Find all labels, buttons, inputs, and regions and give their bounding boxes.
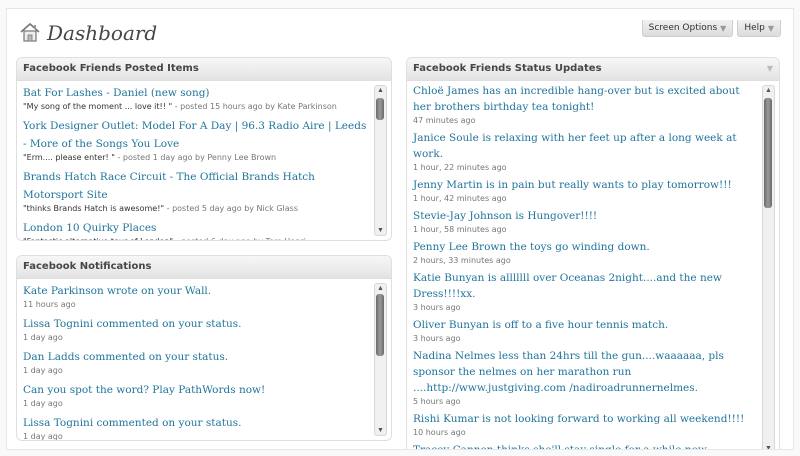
list-item: Chloë James has an incredible hang-over … [413,83,759,127]
status-updates-list: Chloë James has an incredible hang-over … [413,83,759,450]
posted-item-meta: "Erm.... please enter! " - posted 1 day … [23,152,371,164]
notification-time: 1 day ago [23,366,63,375]
status-text: Stevie-Jay Johnson is Hungover!!!! [413,210,598,222]
notification-link[interactable]: Can you spot the word? Play PathWords no… [23,384,265,396]
list-item: Janice Soule is relaxing with her feet u… [413,130,759,174]
status-text: Chloë James has an incredible hang-over … [413,85,740,113]
posted-item-info: - posted 6 day ago by Tom Henri [173,237,306,240]
scrollbar[interactable]: ▲ ▼ [374,85,387,236]
notification-time: 1 day ago [23,333,63,342]
scroll-up-icon[interactable]: ▲ [375,86,386,95]
chevron-down-icon: ▼ [720,23,727,33]
status-text: Penny Lee Brown the toys go winding down… [413,241,650,253]
scrollbar-thumb[interactable] [376,294,384,356]
posted-item-meta: "My song of the moment ... love it!! " -… [23,101,371,113]
status-time: 3 hours ago [413,303,461,312]
scroll-up-icon[interactable]: ▲ [375,284,386,293]
list-item: Dan Ladds commented on your status. 1 day… [23,347,371,377]
status-text: Rishi Kumar is not looking forward to wo… [413,413,745,425]
scrollbar[interactable]: ▲ ▼ [762,85,775,449]
status-time: 3 hours ago [413,334,461,343]
widget-title: Facebook Notifications [23,261,152,272]
posted-item-link[interactable]: Bat For Lashes - Daniel (new song) [23,87,210,99]
list-item: Tracey Cannon thinks she'll stay single … [413,442,759,450]
posted-item-quote: "Erm.... please enter! " [23,153,115,162]
notification-time: 11 hours ago [23,300,76,309]
posted-item-meta: "thinks Brands Hatch is awesome!" - post… [23,203,371,215]
list-item: Jenny Martin is in pain but really wants… [413,177,759,205]
status-updates-widget: Facebook Friends Status Updates ▼ Chloë … [406,57,780,450]
posted-items-header[interactable]: Facebook Friends Posted Items [17,58,391,81]
scroll-up-icon[interactable]: ▲ [763,86,774,95]
list-item: Can you spot the word? Play PathWords no… [23,380,371,410]
list-item: Stevie-Jay Johnson is Hungover!!!! 1 hour… [413,208,759,236]
status-text: Janice Soule is relaxing with her feet u… [413,132,737,160]
screen-options-button[interactable]: Screen Options ▼ [641,20,734,37]
list-item: Lissa Tognini commented on your status. 1… [23,413,371,440]
list-item: York Designer Outlet: Model For A Day | … [23,116,371,164]
notification-link[interactable]: Lissa Tognini commented on your status. [23,318,241,330]
status-text: Katie Bunyan is alllllll over Oceanas 2n… [413,272,722,300]
status-time: 5 hours ago [413,397,461,406]
posted-item-info: - posted 15 hours ago by Kate Parkinson [172,102,337,111]
status-updates-header[interactable]: Facebook Friends Status Updates ▼ [407,58,779,81]
list-item: Katie Bunyan is alllllll over Oceanas 2n… [413,270,759,314]
list-item: London 10 Quirky Places "Fantastic altern… [23,218,371,240]
notification-link[interactable]: Lissa Tognini commented on your status. [23,417,241,429]
posted-items-widget: Facebook Friends Posted Items Bat For La… [16,57,392,241]
status-time: 2 hours, 33 minutes ago [413,256,511,265]
house-icon [19,21,41,43]
scrollbar[interactable]: ▲ ▼ [374,283,387,436]
list-item: Penny Lee Brown the toys go winding down… [413,239,759,267]
notifications-list: Kate Parkinson wrote on your Wall. 11 hou… [23,281,371,440]
posted-item-info: - posted 1 day ago by Penny Lee Brown [114,153,277,162]
notifications-widget: Facebook Notifications Kate Parkinson wr… [16,255,392,441]
scrollbar-thumb[interactable] [376,98,384,120]
chevron-down-icon[interactable]: ▼ [767,58,773,80]
status-time: 47 minutes ago [413,116,476,125]
posted-item-link[interactable]: Brands Hatch Race Circuit - The Official… [23,171,315,201]
list-item: Bat For Lashes - Daniel (new song) "My so… [23,83,371,113]
notifications-header[interactable]: Facebook Notifications [17,256,391,279]
dashboard-page: Dashboard Screen Options ▼ Help ▼ Facebo… [6,8,794,450]
posted-item-quote: "Fantastic alternative tour of London" [23,237,173,240]
notification-time: 1 day ago [23,432,63,440]
status-time: 10 hours ago [413,428,466,437]
status-text: Oliver Bunyan is off to a five hour tenn… [413,319,669,331]
scroll-down-icon[interactable]: ▼ [763,444,774,449]
notification-link[interactable]: Dan Ladds commented on your status. [23,351,228,363]
list-item: Rishi Kumar is not looking forward to wo… [413,411,759,439]
chevron-down-icon: ▼ [767,23,774,33]
page-header: Dashboard Screen Options ▼ Help ▼ [15,19,785,53]
status-time: 1 hour, 58 minutes ago [413,225,507,234]
screen-options-label: Screen Options [648,23,718,33]
notification-time: 1 day ago [23,399,63,408]
status-time: 1 hour, 42 minutes ago [413,194,507,203]
widget-title: Facebook Friends Posted Items [23,63,199,74]
posted-item-quote: "thinks Brands Hatch is awesome!" [23,204,165,213]
list-item: Brands Hatch Race Circuit - The Official… [23,167,371,215]
widget-title: Facebook Friends Status Updates [413,63,602,74]
status-text: Nadina Nelmes less than 24hrs till the g… [413,350,724,394]
scrollbar-thumb[interactable] [764,98,772,208]
list-item: Oliver Bunyan is off to a five hour tenn… [413,317,759,345]
scroll-down-icon[interactable]: ▼ [375,226,386,235]
list-item: Kate Parkinson wrote on your Wall. 11 hou… [23,281,371,311]
list-item: Nadina Nelmes less than 24hrs till the g… [413,348,759,408]
posted-item-quote: "My song of the moment ... love it!! " [23,102,173,111]
notification-link[interactable]: Kate Parkinson wrote on your Wall. [23,285,211,297]
list-item: Lissa Tognini commented on your status. 1… [23,314,371,344]
status-time: 1 hour, 22 minutes ago [413,163,507,172]
help-label: Help [744,23,765,33]
status-text: Tracey Cannon thinks she'll stay single … [413,444,716,450]
scroll-down-icon[interactable]: ▼ [375,426,386,435]
page-title: Dashboard [47,21,158,45]
posted-items-list: Bat For Lashes - Daniel (new song) "My so… [23,83,371,240]
status-text: Jenny Martin is in pain but really wants… [413,179,732,191]
posted-item-info: - posted 5 day ago by Nick Glass [164,204,298,213]
posted-item-meta: "Fantastic alternative tour of London" -… [23,236,371,240]
posted-item-link[interactable]: London 10 Quirky Places [23,222,156,234]
help-button[interactable]: Help ▼ [737,20,781,37]
posted-item-link[interactable]: York Designer Outlet: Model For A Day | … [23,120,366,150]
